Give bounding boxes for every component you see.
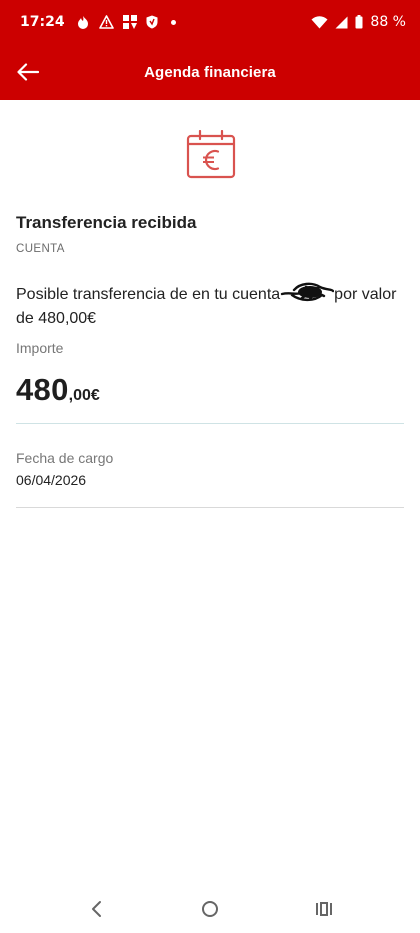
system-nav-bar [0,885,420,933]
transaction-title: Transferencia recibida [16,213,197,232]
fire-icon [76,15,90,29]
date-label: Fecha de cargo [16,450,114,466]
battery-percentage: 88 % [370,14,406,30]
amount-integer: 480 [16,372,69,407]
page-title: Agenda financiera [144,63,276,81]
date-value: 06/04/2026 [16,472,87,488]
status-time: 17:24 [20,14,65,30]
description-text-1: Posible transferencia de en tu cuenta [16,286,281,303]
status-bar: 17:24 88 % [0,0,420,44]
euro-calendar-icon [186,130,236,179]
signal-icon [335,16,348,29]
divider [16,423,404,424]
battery-icon [355,15,363,29]
back-nav-icon[interactable] [84,897,108,921]
amount-decimal: ,00€ [68,387,100,404]
warning-icon [98,15,114,29]
arrow-left-icon [17,63,39,81]
amount-label: Importe [16,340,64,356]
divider [16,507,404,508]
transaction-description: Posible transferencia de en tu cuenta por… [16,281,406,331]
back-button[interactable] [12,56,44,88]
wifi-icon [311,15,328,29]
app-bar: Agenda financiera [0,44,420,100]
home-nav-icon[interactable] [198,897,222,921]
account-label: CUENTA [16,243,65,255]
amount-value: 480,00€ [16,372,100,408]
recents-nav-icon[interactable] [312,897,336,921]
redaction-scribble [280,282,335,302]
notification-dot [170,19,176,25]
shield-icon [146,15,158,29]
apps-grid-icon [122,15,137,29]
